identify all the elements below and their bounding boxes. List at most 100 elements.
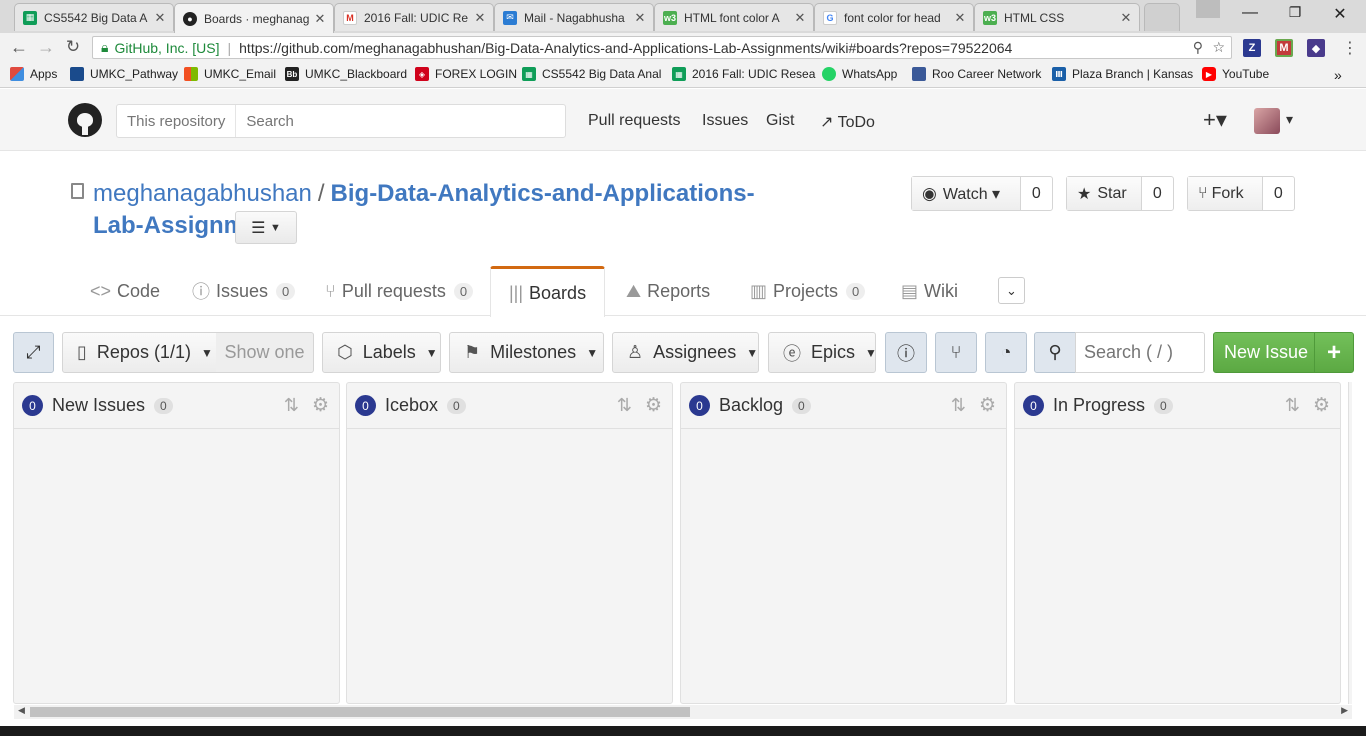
nav-todo[interactable]: ↗︎ ToDo <box>820 112 875 132</box>
sort-icon[interactable]: ⇅ <box>617 395 632 416</box>
bookmark-umkc-blackboard[interactable]: Bb UMKC_Blackboard <box>285 67 407 81</box>
close-icon[interactable]: ✕ <box>633 10 647 26</box>
google-icon: G <box>823 10 837 25</box>
github-search[interactable]: This repository <box>116 104 566 138</box>
mcafee-extension-icon[interactable]: M <box>1275 39 1293 57</box>
sort-icon[interactable]: ⇅ <box>951 395 966 416</box>
bookmark-whatsapp[interactable]: WhatsApp <box>822 67 897 81</box>
bookmark-cs5542[interactable]: ▦ CS5542 Big Data Anal <box>522 67 661 81</box>
search-input[interactable] <box>236 112 557 130</box>
pull-requests-filter-button[interactable]: ⑂ <box>935 332 977 373</box>
repo-owner-link[interactable]: meghanagabhushan <box>93 180 312 207</box>
tab-wiki[interactable]: ▤ Wiki <box>901 266 958 316</box>
boards-icon: ||| <box>509 282 524 303</box>
omnibox[interactable]: 🔒︎ GitHub, Inc. [US] | https://github.co… <box>92 36 1232 59</box>
github-logo-icon[interactable] <box>68 103 102 137</box>
back-icon[interactable]: ← <box>8 37 30 58</box>
bookmark-youtube[interactable]: ▶ YouTube <box>1202 67 1269 81</box>
expand-button[interactable]: ⤢ <box>13 332 54 373</box>
repos-dropdown[interactable]: ▯ Repos (1/1) ▼ <box>62 332 217 373</box>
avatar[interactable] <box>1254 108 1280 134</box>
star-button[interactable]: ★ Star 0 <box>1066 176 1174 211</box>
bookmark-umkc-pathway[interactable]: UMKC_Pathway <box>70 67 178 81</box>
tab-issues[interactable]: ⓘ Issues 0 <box>192 266 296 316</box>
browser-tab-4[interactable]: ✉ Mail - Nagabhusha ✕ <box>494 3 654 31</box>
sort-icon[interactable]: ⇅ <box>284 395 299 416</box>
nav-gist[interactable]: Gist <box>766 112 794 130</box>
board-horizontal-scrollbar[interactable]: ◀ ▶ <box>14 705 1352 719</box>
gear-icon[interactable]: ⚙ <box>312 394 329 417</box>
bookmark-forex-login[interactable]: ◈ FOREX LOGIN <box>415 67 517 81</box>
search-icon[interactable]: ⚲ <box>1034 332 1076 373</box>
zoom-icon[interactable]: ⚲ <box>1193 39 1203 56</box>
browser-tab-1[interactable]: ▦ CS5542 Big Data A ✕ <box>14 3 174 31</box>
minimize-icon[interactable]: — <box>1230 4 1270 22</box>
browser-tab-3[interactable]: M 2016 Fall: UDIC Re ✕ <box>334 3 494 31</box>
close-icon[interactable]: ✕ <box>1119 10 1133 26</box>
close-icon[interactable]: ✕ <box>793 10 807 26</box>
gear-icon[interactable]: ⚙ <box>979 394 996 417</box>
watch-count[interactable]: 0 <box>1021 177 1052 210</box>
create-new-button[interactable]: +▾ <box>1203 107 1227 133</box>
star-count[interactable]: 0 <box>1142 177 1173 210</box>
browser-tab-5[interactable]: w3 HTML font color A ✕ <box>654 3 814 31</box>
sort-icon[interactable]: ⇅ <box>1285 395 1300 416</box>
tab-pull-requests[interactable]: ⑂ Pull requests 0 <box>325 266 474 316</box>
closed-filter-button[interactable]: ◔ <box>985 332 1027 373</box>
bookmark-umkc-email[interactable]: UMKC_Email <box>184 67 276 81</box>
board-search-input[interactable] <box>1076 333 1204 372</box>
plus-icon[interactable]: + <box>1314 333 1353 372</box>
watch-button[interactable]: ◉ Watch ▾ 0 <box>911 176 1053 211</box>
repo-menu-button[interactable]: ☰ ▼ <box>235 211 297 244</box>
bookmark-star-icon[interactable]: ☆ <box>1212 39 1225 56</box>
bookmark-plaza-branch[interactable]: Ⅲ Plaza Branch | Kansas <box>1052 67 1193 81</box>
tab-code[interactable]: <> Code <box>90 266 160 316</box>
bookmark-udic[interactable]: ▦ 2016 Fall: UDIC Resea <box>672 67 815 81</box>
window-close-icon[interactable]: ✕ <box>1320 4 1360 24</box>
chrome-menu-icon[interactable]: ⋮ <box>1342 38 1358 58</box>
gear-icon[interactable]: ⚙ <box>1313 394 1330 417</box>
close-icon[interactable]: ✕ <box>313 11 327 27</box>
repo-title: meghanagabhushan / Big-Data-Analytics-and-… <box>93 180 755 239</box>
gear-icon[interactable]: ⚙ <box>645 394 662 417</box>
avatar-caret-icon[interactable]: ▾ <box>1286 111 1293 128</box>
browser-tab-6[interactable]: G font color for head ✕ <box>814 3 974 31</box>
labels-dropdown[interactable]: ⬡ Labels ▼ <box>322 332 441 373</box>
milestones-dropdown[interactable]: ⚑ Milestones ▼ <box>449 332 604 373</box>
bookmark-roo-career[interactable]: Roo Career Network <box>912 67 1041 81</box>
new-tab-button[interactable] <box>1144 3 1180 31</box>
nav-issues[interactable]: Issues <box>702 112 748 130</box>
scroll-right-icon[interactable]: ▶ <box>1341 705 1348 716</box>
restore-icon[interactable]: ❐ <box>1275 4 1315 21</box>
more-tabs-button[interactable]: ⌄ <box>998 277 1025 304</box>
assignees-dropdown[interactable]: ♙ Assignees ▼ <box>612 332 759 373</box>
tab-reports[interactable]: ⛰ Reports <box>626 266 710 316</box>
issues-filter-button[interactable]: ⓘ <box>885 332 927 373</box>
forward-icon[interactable]: → <box>35 37 57 58</box>
reload-icon[interactable]: ↻ <box>62 37 84 57</box>
bookmarks-overflow-icon[interactable]: » <box>1334 67 1342 83</box>
epics-dropdown[interactable]: ⓔ Epics ▼ <box>768 332 877 373</box>
browser-tab-7[interactable]: w3 HTML CSS ✕ <box>974 3 1140 31</box>
pipeline-column: 0 In Progress 0 ⇅ ⚙ <box>1014 382 1341 704</box>
close-icon[interactable]: ✕ <box>473 10 487 26</box>
eye-icon: ◉ <box>922 183 937 203</box>
close-icon[interactable]: ✕ <box>153 10 167 26</box>
profile-icon[interactable] <box>1196 0 1220 18</box>
column-badge: 0 <box>355 395 376 416</box>
scrollbar-thumb[interactable] <box>30 707 690 717</box>
nav-pull-requests[interactable]: Pull requests <box>588 112 681 130</box>
bookmark-apps[interactable]: Apps <box>10 67 57 81</box>
extension-icon[interactable]: ◆ <box>1307 39 1325 57</box>
browser-tab-2[interactable]: ● Boards · meghanag ✕ <box>174 3 334 33</box>
tab-boards[interactable]: ||| Boards <box>490 266 606 317</box>
close-icon[interactable]: ✕ <box>953 10 967 26</box>
zotero-extension-icon[interactable]: Z <box>1243 39 1261 57</box>
fork-button[interactable]: ⑂ Fork 0 <box>1187 176 1295 211</box>
fork-count[interactable]: 0 <box>1263 177 1294 210</box>
show-one-button[interactable]: Show one <box>216 332 314 373</box>
blackboard-icon: Bb <box>285 67 299 81</box>
scroll-left-icon[interactable]: ◀ <box>18 705 25 716</box>
tab-projects[interactable]: ▥ Projects 0 <box>750 266 866 316</box>
new-issue-button[interactable]: New Issue + <box>1213 332 1354 373</box>
